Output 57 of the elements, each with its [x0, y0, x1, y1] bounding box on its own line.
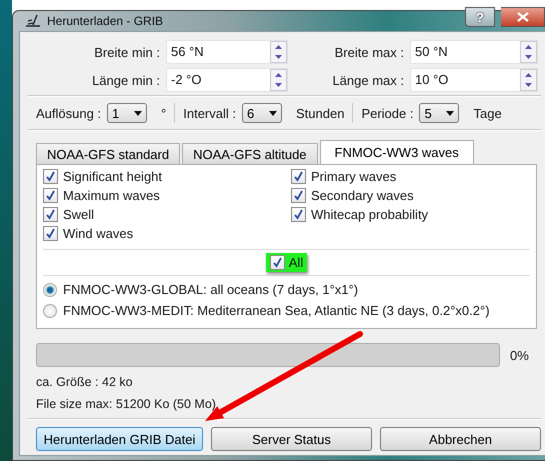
spinner[interactable] [270, 41, 287, 63]
checkbox[interactable] [43, 226, 58, 241]
field-label: Länge max : [331, 72, 405, 88]
checkbox[interactable] [43, 188, 58, 203]
info-text: ca. Größe : 42 ko [36, 375, 133, 389]
tab[interactable]: NOAA-GFS standard [36, 143, 180, 164]
window-title: Herunterladen - GRIB [47, 14, 164, 28]
dropdown[interactable]: 1 [107, 103, 148, 123]
number-field[interactable]: -2 °O [166, 68, 288, 92]
checkbox-label: Maximum waves [63, 188, 160, 203]
checkbox[interactable] [291, 169, 306, 184]
caret-icon [269, 110, 277, 116]
tab[interactable]: FNMOC-WW3 waves [320, 140, 474, 164]
radio-label: FNMOC-WW3-MEDIT: Mediterranean Sea, Atlantic NE (3 days, 0.2°x0.2°) [63, 303, 490, 318]
number-field[interactable]: 50 °N [410, 40, 538, 64]
checkbox[interactable] [270, 255, 285, 270]
dialog-button[interactable]: Abbrechen [380, 427, 541, 451]
info-text: File size max: 51200 Ko (50 Mo) [36, 397, 216, 411]
progress-reading: 0% [510, 348, 529, 362]
close-icon [516, 12, 528, 22]
unit-label: Stunden [295, 106, 344, 120]
radio-button[interactable] [43, 304, 57, 318]
dropdown[interactable]: 5 [419, 103, 460, 123]
checkbox[interactable] [43, 169, 58, 184]
number-field[interactable]: 10 °O [410, 68, 538, 92]
unit-label: ° [160, 106, 166, 120]
close-button[interactable] [501, 7, 545, 27]
caret-icon [446, 110, 454, 116]
checkbox-label: Primary waves [311, 169, 396, 184]
dialog-button[interactable]: Herunterladen GRIB Datei [36, 427, 203, 451]
dropdown[interactable]: 6 [242, 103, 282, 123]
checkbox[interactable] [291, 207, 306, 222]
dialog-button[interactable]: Server Status [211, 427, 372, 451]
checkbox[interactable] [43, 207, 58, 222]
tab[interactable]: NOAA-GFS altitude [182, 143, 318, 164]
app-icon [25, 14, 41, 28]
checkbox[interactable] [291, 188, 306, 203]
radio-button[interactable] [43, 282, 57, 296]
field-label: Länge min : [91, 72, 161, 88]
spinner[interactable] [270, 69, 287, 91]
field-label: Periode : [361, 106, 414, 120]
checkbox-label: Whitecap probability [311, 207, 428, 222]
checkbox-label: Secondary waves [311, 188, 414, 203]
checkbox-label: Swell [63, 207, 94, 222]
unit-label: Tage [472, 106, 502, 120]
number-field[interactable]: 56 °N [166, 40, 288, 64]
caret-icon [134, 110, 142, 116]
field-label: Breite max : [334, 44, 405, 60]
checkbox-label: All [288, 255, 304, 270]
radio-label: FNMOC-WW3-GLOBAL: all oceans (7 days, 1°x1°) [63, 282, 358, 297]
spinner[interactable] [520, 41, 537, 63]
field-label: Auflösung : [36, 106, 102, 120]
spinner[interactable] [520, 69, 537, 91]
field-label: Intervall : [183, 106, 236, 120]
checkbox-label: Wind waves [63, 226, 134, 241]
field-label: Breite min : [93, 44, 161, 60]
checkbox-label: Significant height [63, 169, 162, 184]
